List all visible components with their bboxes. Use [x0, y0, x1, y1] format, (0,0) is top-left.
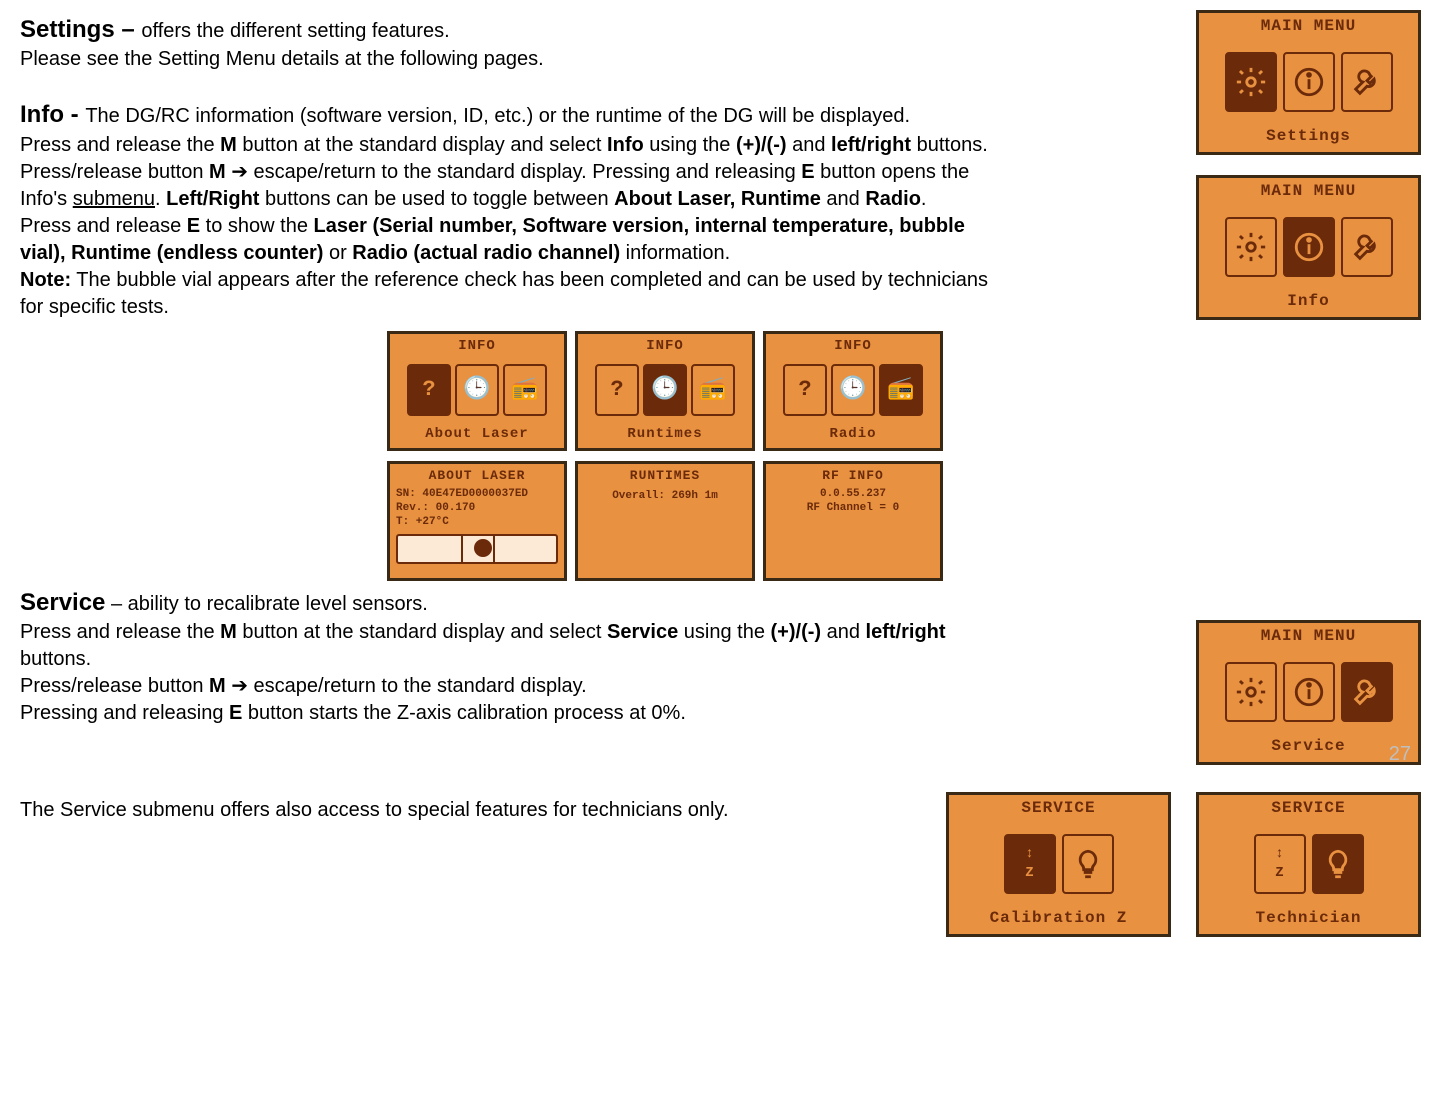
laser-icon: ?: [595, 364, 639, 416]
document-body: Settings – offers the different setting …: [20, 14, 1010, 824]
clock-icon: 🕒: [831, 364, 875, 416]
settings-heading: Settings: [20, 16, 115, 43]
lcd-caption: Technician: [1199, 908, 1418, 934]
lcd-title: MAIN MENU: [1199, 623, 1418, 648]
service-paragraph-4: Pressing and releasing E button starts t…: [20, 700, 720, 727]
radio-icon: 📻: [879, 364, 923, 416]
service-heading-line: Service – ability to recalibrate level s…: [20, 587, 1010, 619]
lcd-rfinfo-detail: RF INFO 0.0.55.237 RF Channel = 0: [763, 461, 943, 581]
settings-heading-line: Settings – offers the different setting …: [20, 14, 1010, 46]
clock-icon: 🕒: [455, 364, 499, 416]
temp-line: T: +27°C: [396, 515, 558, 529]
info-paragraph-3: Press and release E to show the Laser (S…: [20, 213, 1010, 267]
lcd-title: MAIN MENU: [1199, 178, 1418, 203]
lcd-runtimes-detail: RUNTIMES Overall: 269h 1m: [575, 461, 755, 581]
service-paragraph-3: Press/release button M ➔ escape/return t…: [20, 673, 720, 700]
service-last-line: The Service submenu offers also access t…: [20, 797, 1010, 824]
lcd-main-menu-info: MAIN MENU Info: [1196, 175, 1431, 320]
laser-icon: ?: [407, 364, 451, 416]
wrench-icon: [1341, 662, 1393, 722]
gear-icon: [1225, 217, 1277, 277]
info-heading-line: Info - The DG/RC information (software v…: [20, 99, 1010, 131]
calibration-z-icon: ↕Z: [1254, 834, 1306, 894]
lcd-caption: Settings: [1199, 126, 1418, 152]
info-note: Note: The bubble vial appears after the …: [20, 267, 1010, 321]
radio-icon: 📻: [691, 364, 735, 416]
page-number: 27: [1389, 741, 1411, 768]
sn-line: SN: 40E47ED0000037ED: [396, 487, 558, 501]
lcd-caption: Info: [1199, 291, 1418, 317]
info-paragraph-2: Press and release the M button at the st…: [20, 132, 1010, 213]
info-icon: [1283, 217, 1335, 277]
settings-line2: Please see the Setting Menu details at t…: [20, 46, 1010, 73]
calibration-z-icon: ↕Z: [1004, 834, 1056, 894]
radio-icon: 📻: [503, 364, 547, 416]
service-paragraph-2: Press and release the M button at the st…: [20, 619, 1010, 673]
wrench-icon: [1341, 217, 1393, 277]
lightbulb-icon: [1062, 834, 1114, 894]
service-heading: Service: [20, 589, 105, 616]
lcd-service-calibration-z: SERVICE ↕Z Calibration Z: [946, 792, 1181, 937]
lcd-caption: Calibration Z: [949, 908, 1168, 934]
lightbulb-icon: [1312, 834, 1364, 894]
lcd-about-laser-detail: ABOUT LASER SN: 40E47ED0000037ED Rev.: 0…: [387, 461, 567, 581]
rf-channel: RF Channel = 0: [772, 501, 934, 515]
gear-icon: [1225, 662, 1277, 722]
info-lcd-grid: INFO ? 🕒 📻 About Laser INFO ? 🕒 📻 Runtim…: [320, 331, 1010, 581]
lcd-title: SERVICE: [1199, 795, 1418, 820]
lcd-info-about-laser: INFO ? 🕒 📻 About Laser: [387, 331, 567, 451]
lcd-caption: Service: [1199, 736, 1418, 762]
lcd-info-radio: INFO ? 🕒 📻 Radio: [763, 331, 943, 451]
info-icon: [1283, 52, 1335, 112]
rev-line: Rev.: 00.170: [396, 501, 558, 515]
lcd-title: SERVICE: [949, 795, 1168, 820]
laser-icon: ?: [783, 364, 827, 416]
gear-icon: [1225, 52, 1277, 112]
info-heading: Info: [20, 101, 64, 128]
bubble-vial-icon: [396, 534, 558, 564]
clock-icon: 🕒: [643, 364, 687, 416]
rf-version: 0.0.55.237: [772, 487, 934, 501]
info-icon: [1283, 662, 1335, 722]
lcd-title: MAIN MENU: [1199, 13, 1418, 38]
wrench-icon: [1341, 52, 1393, 112]
runtimes-line: Overall: 269h 1m: [584, 489, 746, 503]
lcd-service-technician: SERVICE ↕Z Technician: [1196, 792, 1431, 937]
lcd-main-menu-settings: MAIN MENU Settings: [1196, 10, 1431, 155]
lcd-info-runtimes: INFO ? 🕒 📻 Runtimes: [575, 331, 755, 451]
